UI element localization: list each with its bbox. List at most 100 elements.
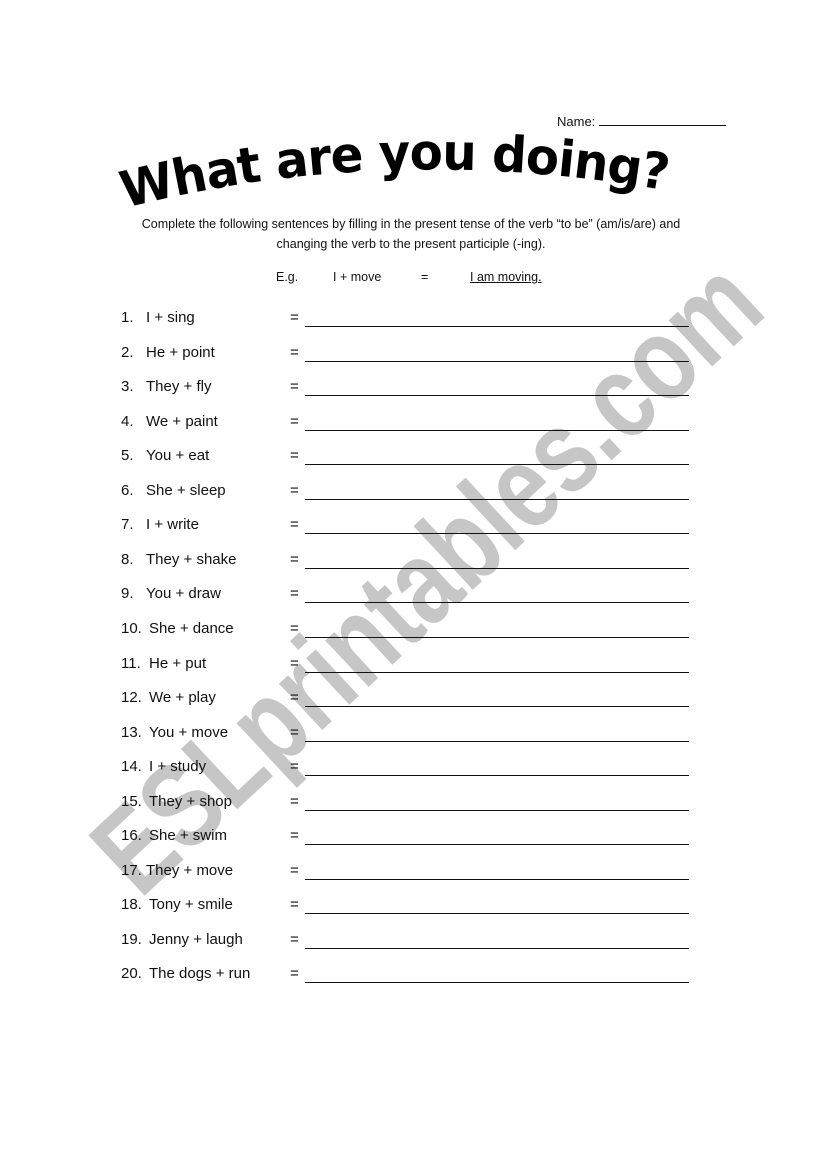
answer-blank-line[interactable] [305, 568, 689, 569]
answer-blank-line[interactable] [305, 844, 689, 845]
answer-blank-line[interactable] [305, 879, 689, 880]
example-answer: I am moving. [470, 270, 542, 284]
item-equals: = [290, 309, 299, 326]
item-equals: = [290, 724, 299, 741]
answer-blank-line[interactable] [305, 982, 689, 983]
exercise-item: 8. They + shake = [0, 551, 821, 573]
item-number: 20. [121, 965, 142, 982]
item-number: 19. [121, 931, 142, 948]
item-equals: = [290, 551, 299, 568]
item-number: 1. [121, 309, 134, 326]
item-prompt: I + study [149, 758, 207, 775]
answer-blank-line[interactable] [305, 948, 689, 949]
item-prompt: She + swim [149, 827, 227, 844]
answer-blank-line[interactable] [305, 499, 689, 500]
item-equals: = [290, 620, 299, 637]
item-prompt: They + fly [146, 378, 212, 395]
answer-blank-line[interactable] [305, 913, 689, 914]
example-label: E.g. [276, 270, 299, 284]
exercise-item: 13. You + move = [0, 724, 821, 746]
name-label: Name: [557, 114, 596, 129]
item-number: 6. [121, 482, 134, 499]
exercise-item: 12. We + play = [0, 689, 821, 711]
exercise-item: 18. Tony + smile = [0, 896, 821, 918]
item-number: 5. [121, 447, 134, 464]
exercise-item: 20. The dogs + run = [0, 965, 821, 987]
item-prompt: He + point [146, 344, 215, 361]
item-number: 16. [121, 827, 142, 844]
answer-blank-line[interactable] [305, 741, 689, 742]
item-number: 18. [121, 896, 142, 913]
item-prompt: He + put [149, 655, 207, 672]
answer-blank-line[interactable] [305, 706, 689, 707]
item-number: 9. [121, 585, 134, 602]
item-equals: = [290, 413, 299, 430]
exercise-item: 1. I + sing = [0, 309, 821, 331]
item-prompt: You + draw [146, 585, 221, 602]
name-field[interactable]: Name: [557, 113, 727, 129]
answer-blank-line[interactable] [305, 464, 689, 465]
answer-blank-line[interactable] [305, 361, 689, 362]
instructions-line-1: Complete the following sentences by fill… [141, 217, 681, 231]
example-row: E.g. I + move = I am moving. [0, 270, 821, 288]
answer-blank-line[interactable] [305, 395, 689, 396]
item-prompt: I + sing [146, 309, 195, 326]
item-equals: = [290, 758, 299, 775]
name-blank-line[interactable] [599, 113, 727, 126]
item-equals: = [290, 378, 299, 395]
exercise-item: 10. She + dance = [0, 620, 821, 642]
answer-blank-line[interactable] [305, 602, 689, 603]
answer-blank-line[interactable] [305, 533, 689, 534]
exercise-item: 9. You + draw = [0, 585, 821, 607]
exercise-item: 14. I + study = [0, 758, 821, 780]
exercise-item: 4. We + paint = [0, 413, 821, 435]
item-equals: = [290, 931, 299, 948]
item-prompt: They + move [146, 862, 234, 879]
item-prompt: We + play [149, 689, 216, 706]
item-equals: = [290, 516, 299, 533]
title-arc-text: What are you doing? [114, 123, 674, 219]
item-equals: = [290, 827, 299, 844]
answer-blank-line[interactable] [305, 810, 689, 811]
item-equals: = [290, 655, 299, 672]
item-equals: = [290, 689, 299, 706]
item-prompt: You + move [149, 724, 229, 741]
item-equals: = [290, 862, 299, 879]
item-equals: = [290, 793, 299, 810]
item-equals: = [290, 482, 299, 499]
exercise-item: 15. They + shop = [0, 793, 821, 815]
item-number: 12. [121, 689, 142, 706]
worksheet-page: ESLprintables.com Name: What are you doi… [0, 0, 821, 1169]
answer-blank-line[interactable] [305, 326, 689, 327]
item-equals: = [290, 965, 299, 982]
answer-blank-line[interactable] [305, 672, 689, 673]
exercise-item: 19. Jenny + laugh = [0, 931, 821, 953]
item-prompt: They + shop [149, 793, 232, 810]
item-number: 10. [121, 620, 142, 637]
item-number: 13. [121, 724, 142, 741]
answer-blank-line[interactable] [305, 775, 689, 776]
exercise-item: 5. You + eat = [0, 447, 821, 469]
exercise-item: 16. She + swim = [0, 827, 821, 849]
answer-blank-line[interactable] [305, 637, 689, 638]
item-prompt: She + dance [149, 620, 234, 637]
instructions-line-2: changing the verb to the present partici… [276, 237, 546, 251]
answer-blank-line[interactable] [305, 430, 689, 431]
item-number: 14. [121, 758, 142, 775]
exercise-item: 7. I + write = [0, 516, 821, 538]
item-prompt: Jenny + laugh [149, 931, 243, 948]
exercise-item: 17. They + move = [0, 862, 821, 884]
item-number: 2. [121, 344, 134, 361]
exercise-item: 3. They + fly = [0, 378, 821, 400]
item-prompt: We + paint [146, 413, 218, 430]
exercise-item: 11. He + put = [0, 655, 821, 677]
title-text: What are you doing? [114, 130, 673, 219]
item-number: 8. [121, 551, 134, 568]
example-equals: = [421, 270, 429, 284]
item-prompt: They + shake [146, 551, 237, 568]
item-prompt: The dogs + run [149, 965, 251, 982]
instructions: Complete the following sentences by fill… [100, 214, 722, 254]
item-number: 11. [121, 655, 141, 672]
item-equals: = [290, 896, 299, 913]
item-prompt: I + write [146, 516, 199, 533]
